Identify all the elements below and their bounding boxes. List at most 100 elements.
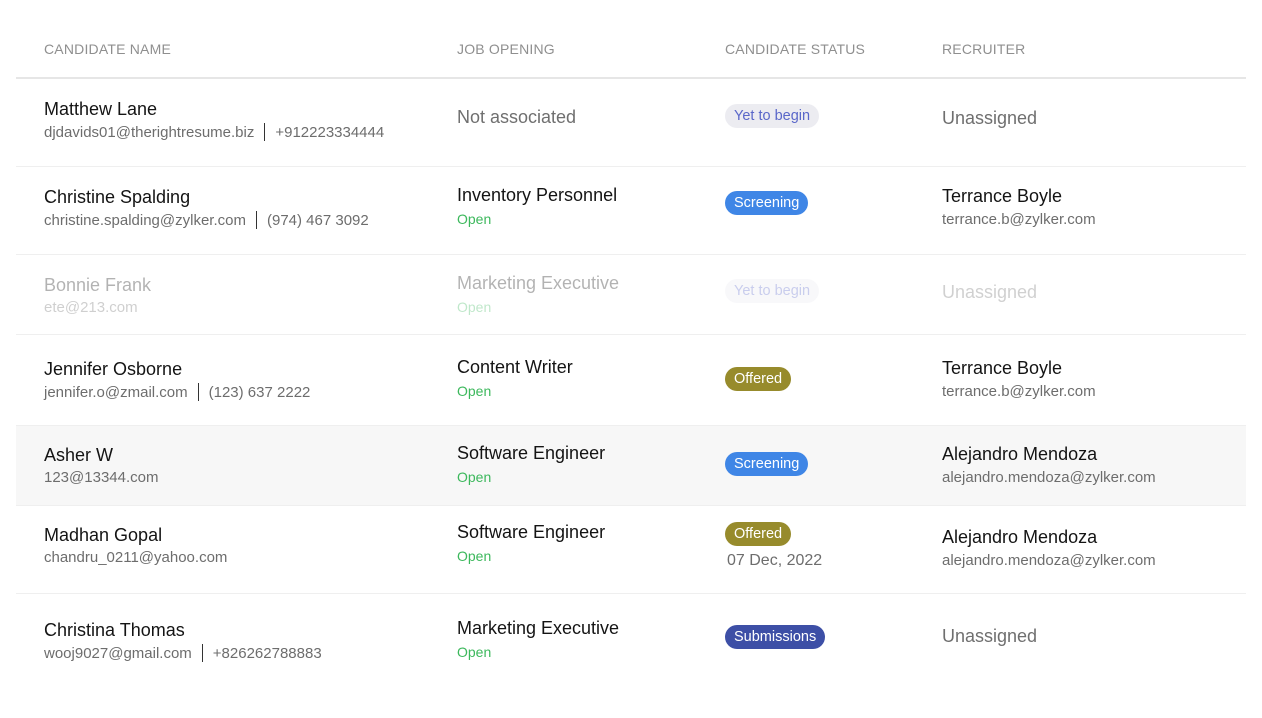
candidate-contact: christine.spalding@zylker.com (974) 467 …: [44, 211, 369, 229]
contact-divider: [264, 123, 266, 141]
status-badge[interactable]: Yet to begin: [725, 279, 820, 303]
candidate-contact: ete@213.com: [44, 299, 151, 316]
candidate-name[interactable]: Christina Thomas: [44, 620, 322, 641]
contact-divider: [201, 644, 203, 662]
job-title[interactable]: Marketing Executive: [457, 273, 619, 294]
contact-divider: [197, 383, 199, 401]
candidate-name[interactable]: Christine Spalding: [44, 187, 369, 208]
candidate-cell: Christine Spalding christine.spalding@zy…: [44, 187, 369, 229]
recruiter-unassigned: Unassigned: [942, 626, 1038, 646]
status-cell: Submissions: [725, 625, 826, 649]
candidate-email: djdavids01@therightresume.biz: [44, 123, 255, 141]
status-cell: Yet to begin: [725, 104, 820, 128]
recruiter-cell: Unassigned: [942, 626, 1037, 647]
job-status: Open: [457, 469, 492, 485]
recruiter-name[interactable]: Alejandro Mendoza: [942, 527, 1156, 548]
table-row[interactable]: Bonnie Frank ete@213.com Marketing Execu…: [16, 255, 1246, 335]
job-status: Open: [457, 383, 492, 399]
candidate-email: christine.spalding@zylker.com: [44, 211, 246, 229]
status-cell: Yet to begin: [725, 279, 820, 303]
recruiter-cell: Unassigned: [942, 282, 1037, 303]
status-cell: Offered 07 Dec, 2022: [725, 522, 822, 570]
candidate-contact: djdavids01@therightresume.biz +912223334…: [44, 123, 384, 141]
candidates-table: CANDIDATE NAME JOB OPENING CANDIDATE STA…: [16, 0, 1246, 686]
table-row[interactable]: Asher W 123@13344.com Software Engineer …: [16, 426, 1246, 506]
candidate-contact: 123@13344.com: [44, 469, 158, 486]
job-title[interactable]: Marketing Executive: [457, 618, 619, 639]
recruiter-email: terrance.b@zylker.com: [942, 383, 1096, 400]
table-row[interactable]: Jennifer Osborne jennifer.o@zmail.com (1…: [16, 335, 1246, 426]
recruiter-unassigned: Unassigned: [942, 108, 1038, 128]
job-title[interactable]: Software Engineer: [457, 443, 605, 464]
status-badge[interactable]: Screening: [725, 191, 809, 215]
candidate-phone: (974) 467 3092: [266, 211, 369, 229]
recruiter-cell: Alejandro Mendoza alejandro.mendoza@zylk…: [942, 527, 1156, 569]
candidate-email: chandru_0211@yahoo.com: [44, 549, 228, 566]
job-opening-cell: Marketing Executive Open: [457, 273, 619, 315]
status-badge[interactable]: Screening: [725, 452, 809, 476]
job-opening-cell: Software Engineer Open: [457, 443, 605, 485]
candidate-phone: (123) 637 2222: [208, 383, 311, 401]
column-header-candidate-name[interactable]: CANDIDATE NAME: [44, 41, 171, 57]
status-badge[interactable]: Offered: [725, 522, 792, 546]
candidate-cell: Christina Thomas wooj9027@gmail.com +826…: [44, 620, 322, 662]
job-opening-cell: Inventory Personnel Open: [457, 185, 617, 227]
candidate-email: ete@213.com: [44, 299, 138, 316]
status-badge[interactable]: Offered: [725, 367, 792, 391]
candidate-cell: Jennifer Osborne jennifer.o@zmail.com (1…: [44, 359, 310, 401]
table-row[interactable]: Madhan Gopal chandru_0211@yahoo.com Soft…: [16, 506, 1246, 594]
recruiter-email: terrance.b@zylker.com: [942, 211, 1096, 228]
table-header: CANDIDATE NAME JOB OPENING CANDIDATE STA…: [16, 0, 1246, 79]
candidate-cell: Asher W 123@13344.com: [44, 445, 158, 486]
candidate-contact: wooj9027@gmail.com +826262788883: [44, 644, 322, 662]
recruiter-email: alejandro.mendoza@zylker.com: [942, 469, 1156, 486]
candidate-phone: +912223334444: [275, 123, 385, 141]
recruiter-cell: Alejandro Mendoza alejandro.mendoza@zylk…: [942, 444, 1156, 486]
status-badge[interactable]: Yet to begin: [725, 104, 820, 128]
job-status: Open: [457, 299, 492, 315]
table-row[interactable]: Matthew Lane djdavids01@therightresume.b…: [16, 79, 1246, 167]
column-header-candidate-status[interactable]: CANDIDATE STATUS: [725, 41, 865, 57]
candidate-email: jennifer.o@zmail.com: [44, 383, 188, 401]
job-not-associated: Not associated: [457, 107, 577, 127]
status-date: 07 Dec, 2022: [727, 552, 823, 569]
status-cell: Screening: [725, 191, 809, 215]
job-status: Open: [457, 548, 492, 564]
recruiter-email: alejandro.mendoza@zylker.com: [942, 552, 1156, 569]
column-header-recruiter[interactable]: RECRUITER: [942, 41, 1025, 57]
job-status: Open: [457, 644, 492, 660]
candidate-email: wooj9027@gmail.com: [44, 644, 192, 662]
job-opening-cell: Marketing Executive Open: [457, 618, 619, 660]
recruiter-name[interactable]: Terrance Boyle: [942, 358, 1096, 379]
recruiter-cell: Unassigned: [942, 108, 1037, 129]
candidate-name[interactable]: Asher W: [44, 445, 158, 466]
candidate-contact: jennifer.o@zmail.com (123) 637 2222: [44, 383, 310, 401]
job-opening-cell: Content Writer Open: [457, 357, 573, 399]
candidate-cell: Madhan Gopal chandru_0211@yahoo.com: [44, 525, 227, 566]
recruiter-cell: Terrance Boyle terrance.b@zylker.com: [942, 186, 1096, 228]
job-opening-cell: Software Engineer Open: [457, 522, 605, 564]
status-badge[interactable]: Submissions: [725, 625, 826, 649]
recruiter-name[interactable]: Alejandro Mendoza: [942, 444, 1156, 465]
table-row[interactable]: Christine Spalding christine.spalding@zy…: [16, 167, 1246, 255]
status-cell: Screening: [725, 452, 809, 476]
candidate-name[interactable]: Bonnie Frank: [44, 275, 151, 296]
candidate-cell: Bonnie Frank ete@213.com: [44, 275, 151, 316]
candidate-phone: +826262788883: [212, 644, 322, 662]
candidate-name[interactable]: Jennifer Osborne: [44, 359, 310, 380]
candidate-name[interactable]: Madhan Gopal: [44, 525, 227, 546]
column-header-job-opening[interactable]: JOB OPENING: [457, 41, 555, 57]
candidate-cell: Matthew Lane djdavids01@therightresume.b…: [44, 99, 384, 141]
recruiter-unassigned: Unassigned: [942, 282, 1038, 302]
table-row[interactable]: Christina Thomas wooj9027@gmail.com +826…: [16, 594, 1246, 686]
status-cell: Offered: [725, 367, 792, 391]
job-title[interactable]: Software Engineer: [457, 522, 605, 543]
candidate-name[interactable]: Matthew Lane: [44, 99, 384, 120]
job-status: Open: [457, 211, 492, 227]
job-title[interactable]: Inventory Personnel: [457, 185, 617, 206]
recruiter-name[interactable]: Terrance Boyle: [942, 186, 1096, 207]
candidate-contact: chandru_0211@yahoo.com: [44, 549, 227, 566]
job-title[interactable]: Content Writer: [457, 357, 573, 378]
candidate-email: 123@13344.com: [44, 469, 159, 486]
job-opening-cell: Not associated: [457, 107, 576, 128]
